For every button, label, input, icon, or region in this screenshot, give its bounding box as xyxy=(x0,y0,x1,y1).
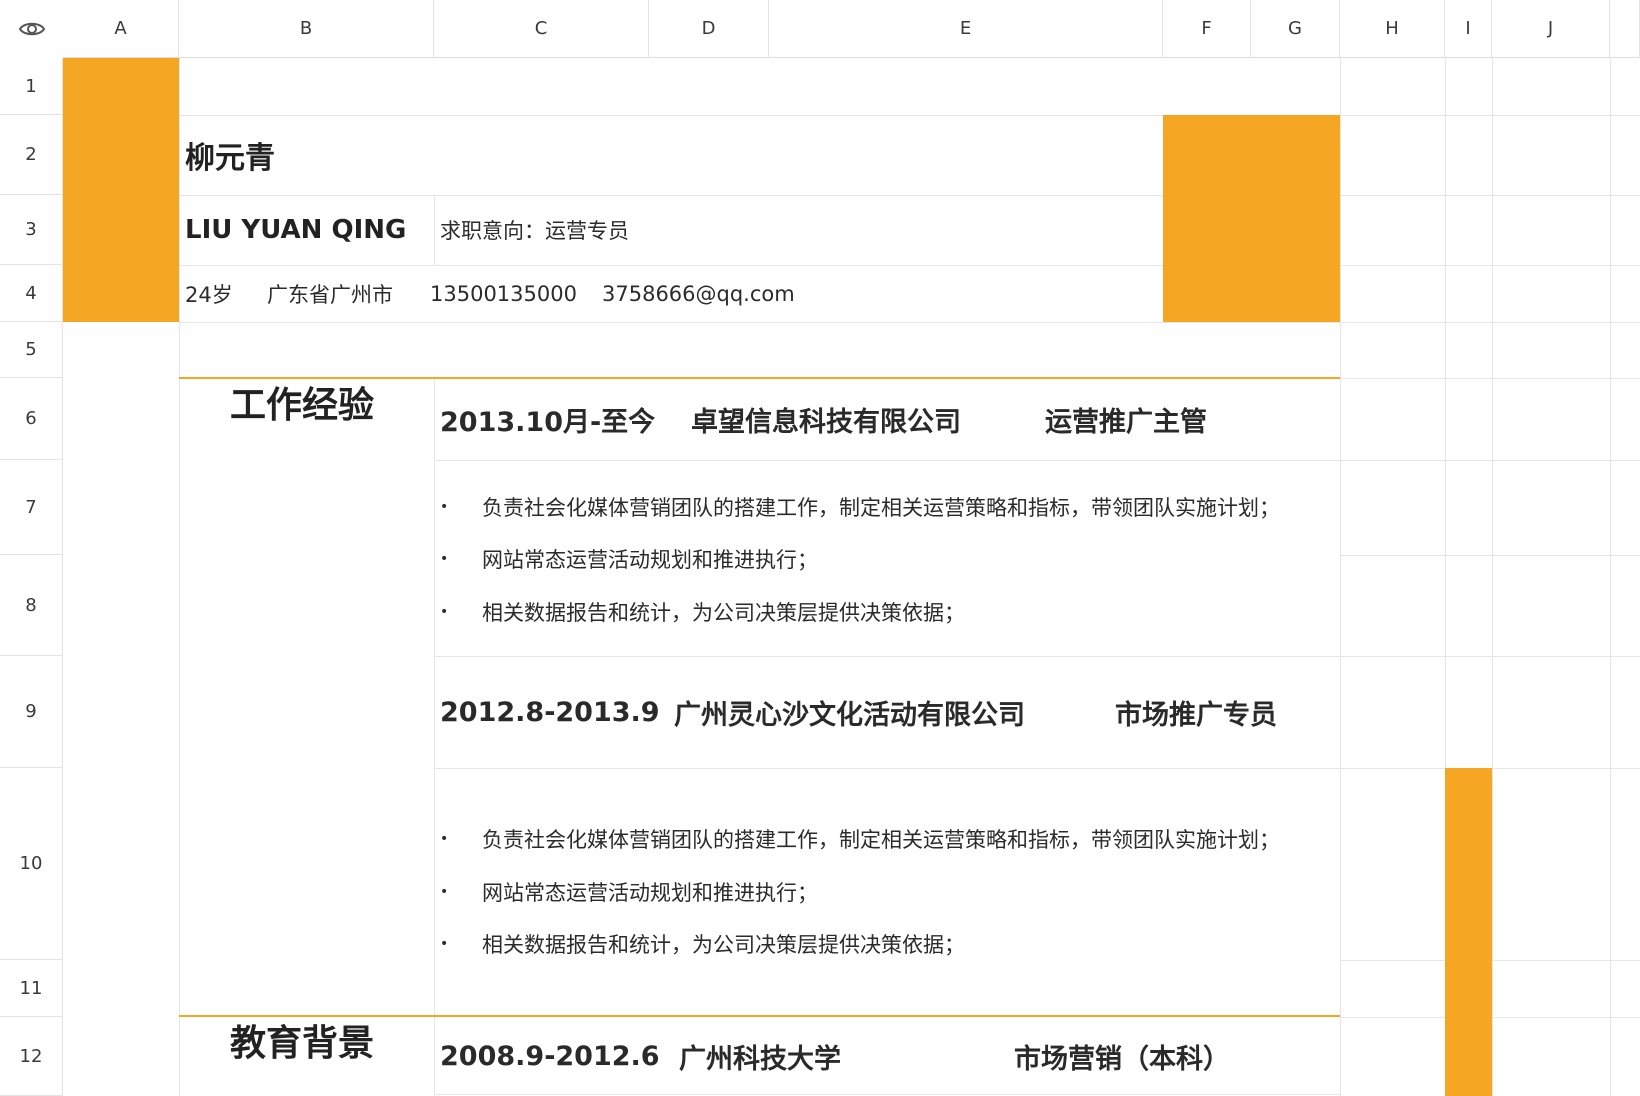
job-2-duty: • 相关数据报告和统计，为公司决策层提供决策依据； xyxy=(440,924,965,964)
job-1-duty-text: 网站常态运营活动规划和推进执行； xyxy=(482,548,818,572)
row-header-12[interactable]: 12 xyxy=(0,1017,63,1096)
row-header-4[interactable]: 4 xyxy=(0,265,63,322)
section-title-education: 教育背景 xyxy=(230,1023,375,1064)
grid-line xyxy=(434,195,435,265)
job-1-duty-text: 负责社会化媒体营销团队的搭建工作，制定相关运营策略和指标，带领团队实施计划； xyxy=(482,496,1280,520)
orange-fill-photo xyxy=(1163,115,1340,322)
grid-line xyxy=(434,460,1340,461)
column-header-b[interactable]: B xyxy=(179,0,434,58)
job-2-duty-text: 网站常态运营活动规划和推进执行； xyxy=(482,881,818,905)
row-header-8[interactable]: 8 xyxy=(0,555,63,656)
job-2-company: 广州灵心沙文化活动有限公司 xyxy=(674,699,1025,731)
row-header-9[interactable]: 9 xyxy=(0,656,63,768)
spreadsheet-sheet: A B C D E F G H I J 1 2 3 4 5 6 7 8 9 10… xyxy=(0,0,1640,1096)
row-header-2[interactable]: 2 xyxy=(0,115,63,195)
column-header-c[interactable]: C xyxy=(434,0,649,58)
job-1-duty: • 相关数据报告和统计，为公司决策层提供决策依据； xyxy=(440,592,965,632)
column-header-e[interactable]: E xyxy=(769,0,1163,58)
job-2-period: 2012.8-2013.9 xyxy=(440,696,660,728)
grid-line xyxy=(434,768,1340,769)
resume-name: 柳元青 xyxy=(185,141,275,176)
orange-fill-i xyxy=(1445,768,1492,1096)
email-value: 3758666@qq.com xyxy=(602,281,795,306)
job-1-duty: • 网站常态运营活动规划和推进执行； xyxy=(440,539,818,579)
row-header-1[interactable]: 1 xyxy=(0,58,63,115)
grid-line xyxy=(1492,58,1493,1096)
grid-line xyxy=(1340,460,1640,461)
column-header-d[interactable]: D xyxy=(649,0,769,58)
bullet-dot: • xyxy=(440,499,449,515)
job-1-period: 2013.10月-至今 xyxy=(440,406,656,438)
row-header-5[interactable]: 5 xyxy=(0,322,63,378)
column-header-i[interactable]: I xyxy=(1445,0,1492,58)
view-toggle[interactable] xyxy=(0,0,64,59)
resume-pinyin: LIU YUAN QING xyxy=(185,215,407,245)
grid-line xyxy=(179,115,1163,116)
bullet-dot: • xyxy=(440,884,449,900)
education-period: 2008.9-2012.6 xyxy=(440,1041,660,1072)
education-school: 广州科技大学 xyxy=(679,1044,841,1075)
phone-value: 13500135000 xyxy=(430,281,577,306)
grid-line xyxy=(1340,555,1640,556)
job-1-title: 运营推广主管 xyxy=(1045,406,1207,438)
column-header-j[interactable]: J xyxy=(1492,0,1610,58)
grid-line xyxy=(1340,322,1640,323)
grid-line xyxy=(1340,58,1341,1096)
grid-line xyxy=(179,58,180,1096)
grid-line xyxy=(434,378,435,1096)
bullet-dot: • xyxy=(440,604,449,620)
job-2-duty: • 负责社会化媒体营销团队的搭建工作，制定相关运营策略和指标，带领团队实施计划； xyxy=(440,819,1280,859)
column-header-extra[interactable] xyxy=(1610,0,1640,58)
location-value: 广东省广州市 xyxy=(267,282,393,307)
row-header-6[interactable]: 6 xyxy=(0,378,63,460)
job-2-title: 市场推广专员 xyxy=(1115,699,1277,731)
orange-fill-a xyxy=(63,58,179,322)
column-header-g[interactable]: G xyxy=(1251,0,1340,58)
education-major: 市场营销（本科） xyxy=(1014,1044,1230,1075)
column-header-h[interactable]: H xyxy=(1340,0,1445,58)
bullet-dot: • xyxy=(440,551,449,567)
grid-line xyxy=(1340,115,1640,116)
row-header-11[interactable]: 11 xyxy=(0,960,63,1017)
row-header-7[interactable]: 7 xyxy=(0,460,63,555)
grid-line xyxy=(179,322,1340,323)
row-header-3[interactable]: 3 xyxy=(0,195,63,265)
bullet-dot: • xyxy=(440,936,449,952)
column-header-f[interactable]: F xyxy=(1163,0,1251,58)
job-2-duty-text: 负责社会化媒体营销团队的搭建工作，制定相关运营策略和指标，带领团队实施计划； xyxy=(482,828,1280,852)
grid-line xyxy=(1340,656,1640,657)
grid-line xyxy=(1340,195,1640,196)
age-value: 24岁 xyxy=(185,282,233,307)
job-1-duty: • 负责社会化媒体营销团队的搭建工作，制定相关运营策略和指标，带领团队实施计划； xyxy=(440,487,1280,527)
row-header-10[interactable]: 10 xyxy=(0,768,63,960)
grid-line xyxy=(1340,378,1640,379)
bullet-dot: • xyxy=(440,831,449,847)
job-1-duty-text: 相关数据报告和统计，为公司决策层提供决策依据； xyxy=(482,601,965,625)
column-header-a[interactable]: A xyxy=(63,0,179,58)
job-2-duty-text: 相关数据报告和统计，为公司决策层提供决策依据； xyxy=(482,933,965,957)
job-2-duty: • 网站常态运营活动规划和推进执行； xyxy=(440,872,818,912)
job-objective: 求职意向：运营专员 xyxy=(440,219,629,243)
job-1-company: 卓望信息科技有限公司 xyxy=(691,406,961,438)
grid-line xyxy=(1610,58,1611,1096)
grid-line xyxy=(1340,265,1640,266)
eye-icon[interactable] xyxy=(18,20,46,38)
section-title-work: 工作经验 xyxy=(230,385,375,426)
